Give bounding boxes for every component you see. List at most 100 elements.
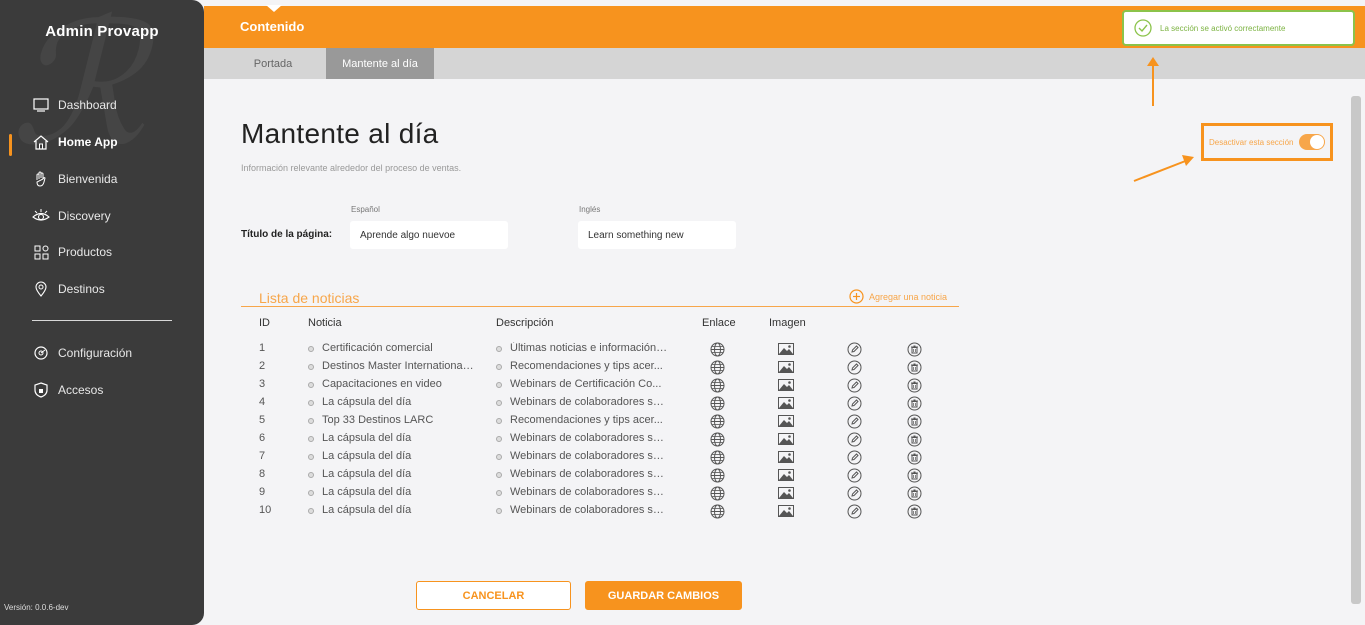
edit-pencil-icon[interactable] bbox=[846, 485, 862, 501]
section-toggle[interactable] bbox=[1299, 134, 1326, 150]
delete-trash-icon[interactable] bbox=[906, 341, 922, 357]
cancel-button[interactable]: CANCELAR bbox=[416, 581, 571, 610]
page-title-field-label: Título de la página: bbox=[241, 229, 333, 240]
image-icon[interactable] bbox=[778, 431, 794, 447]
bullet-icon bbox=[308, 382, 314, 388]
delete-trash-icon[interactable] bbox=[906, 395, 922, 411]
plus-circle-icon bbox=[849, 289, 864, 304]
sidebar-item-discovery[interactable]: Discovery bbox=[32, 206, 111, 226]
delete-trash-icon[interactable] bbox=[906, 503, 922, 519]
column-header-image: Imagen bbox=[769, 317, 806, 329]
title-input-es[interactable] bbox=[350, 221, 508, 249]
table-row: 6 La cápsula del día Webinars de colaborad… bbox=[0, 430, 960, 448]
edit-pencil-icon[interactable] bbox=[846, 467, 862, 483]
table-row: 4 La cápsula del día Webinars de colaborad… bbox=[0, 394, 960, 412]
globe-link-icon[interactable] bbox=[709, 395, 725, 411]
bullet-icon bbox=[308, 364, 314, 370]
image-icon[interactable] bbox=[778, 341, 794, 357]
check-circle-icon bbox=[1134, 19, 1152, 37]
row-id: 1 bbox=[259, 342, 266, 354]
row-description: Webinars de colaboradores so... bbox=[510, 468, 668, 480]
edit-pencil-icon[interactable] bbox=[846, 449, 862, 465]
delete-trash-icon[interactable] bbox=[906, 449, 922, 465]
monitor-icon bbox=[32, 96, 50, 114]
table-row: 3 Capacitaciones en video Webinars de Cert… bbox=[0, 376, 960, 394]
news-list-title: Lista de noticias bbox=[259, 290, 360, 306]
edit-pencil-icon[interactable] bbox=[846, 377, 862, 393]
delete-trash-icon[interactable] bbox=[906, 431, 922, 447]
column-header-link: Enlace bbox=[702, 317, 736, 329]
image-icon[interactable] bbox=[778, 395, 794, 411]
sidebar-item-label: Discovery bbox=[58, 209, 111, 223]
delete-trash-icon[interactable] bbox=[906, 413, 922, 429]
title-input-en[interactable] bbox=[578, 221, 736, 249]
bullet-icon bbox=[496, 382, 502, 388]
row-id: 3 bbox=[259, 378, 266, 390]
wave-hand-icon bbox=[32, 170, 50, 188]
section-toggle-box: Desactivar esta sección bbox=[1201, 123, 1333, 161]
column-header-description: Descripción bbox=[496, 317, 554, 329]
bullet-icon bbox=[308, 346, 314, 352]
edit-pencil-icon[interactable] bbox=[846, 503, 862, 519]
table-row: 10 La cápsula del día Webinars de colabora… bbox=[0, 502, 960, 520]
scrollbar[interactable] bbox=[1351, 96, 1361, 604]
globe-link-icon[interactable] bbox=[709, 467, 725, 483]
bullet-icon bbox=[496, 346, 502, 352]
image-icon[interactable] bbox=[778, 503, 794, 519]
delete-trash-icon[interactable] bbox=[906, 377, 922, 393]
row-news-title: La cápsula del día bbox=[322, 432, 412, 444]
sidebar-item-label: Home App bbox=[58, 135, 118, 149]
tab-portada[interactable]: Portada bbox=[238, 48, 308, 79]
sidebar-item-dashboard[interactable]: Dashboard bbox=[32, 95, 117, 115]
row-news-title: Top 33 Destinos LARC bbox=[322, 414, 434, 426]
globe-link-icon[interactable] bbox=[709, 449, 725, 465]
row-id: 7 bbox=[259, 450, 266, 462]
edit-pencil-icon[interactable] bbox=[846, 431, 862, 447]
edit-pencil-icon[interactable] bbox=[846, 395, 862, 411]
tab-mantente-al-dia[interactable]: Mantente al día bbox=[326, 48, 434, 79]
edit-pencil-icon[interactable] bbox=[846, 359, 862, 375]
globe-link-icon[interactable] bbox=[709, 341, 725, 357]
toast-message: La sección se activó correctamente bbox=[1160, 23, 1286, 33]
table-row: 7 La cápsula del día Webinars de colaborad… bbox=[0, 448, 960, 466]
image-icon[interactable] bbox=[778, 449, 794, 465]
sidebar-item-productos[interactable]: Productos bbox=[32, 242, 112, 262]
save-changes-button[interactable]: GUARDAR CAMBIOS bbox=[585, 581, 742, 610]
sidebar-item-bienvenida[interactable]: Bienvenida bbox=[32, 169, 117, 189]
version-label: Versión: 0.0.6-dev bbox=[4, 603, 69, 612]
row-news-title: Certificación comercial bbox=[322, 342, 433, 354]
home-icon bbox=[32, 133, 50, 151]
globe-link-icon[interactable] bbox=[709, 503, 725, 519]
table-row: 8 La cápsula del día Webinars de colaborad… bbox=[0, 466, 960, 484]
edit-pencil-icon[interactable] bbox=[846, 341, 862, 357]
image-icon[interactable] bbox=[778, 413, 794, 429]
sidebar: ℛ Admin Provapp Dashboard Home App Bienv… bbox=[0, 0, 204, 625]
globe-link-icon[interactable] bbox=[709, 359, 725, 375]
row-description: Webinars de Certificación Co... bbox=[510, 378, 662, 390]
bullet-icon bbox=[496, 418, 502, 424]
globe-link-icon[interactable] bbox=[709, 431, 725, 447]
delete-trash-icon[interactable] bbox=[906, 485, 922, 501]
image-icon[interactable] bbox=[778, 485, 794, 501]
header-notch bbox=[266, 5, 282, 12]
globe-link-icon[interactable] bbox=[709, 413, 725, 429]
row-news-title: Capacitaciones en video bbox=[322, 378, 442, 390]
image-icon[interactable] bbox=[778, 467, 794, 483]
row-description: Webinars de colaboradores so... bbox=[510, 504, 668, 516]
globe-link-icon[interactable] bbox=[709, 377, 725, 393]
edit-pencil-icon[interactable] bbox=[846, 413, 862, 429]
delete-trash-icon[interactable] bbox=[906, 359, 922, 375]
sidebar-item-destinos[interactable]: Destinos bbox=[32, 279, 105, 299]
page-title: Mantente al día bbox=[241, 118, 439, 149]
annotation-arrow-up bbox=[1147, 57, 1159, 106]
row-id: 9 bbox=[259, 486, 266, 498]
delete-trash-icon[interactable] bbox=[906, 467, 922, 483]
column-header-news: Noticia bbox=[308, 317, 342, 329]
lang-label-es: Español bbox=[351, 205, 380, 214]
table-row: 9 La cápsula del día Webinars de colaborad… bbox=[0, 484, 960, 502]
sidebar-item-home-app[interactable]: Home App bbox=[32, 132, 118, 152]
globe-link-icon[interactable] bbox=[709, 485, 725, 501]
image-icon[interactable] bbox=[778, 359, 794, 375]
image-icon[interactable] bbox=[778, 377, 794, 393]
add-news-button[interactable]: Agregar una noticia bbox=[849, 289, 947, 304]
